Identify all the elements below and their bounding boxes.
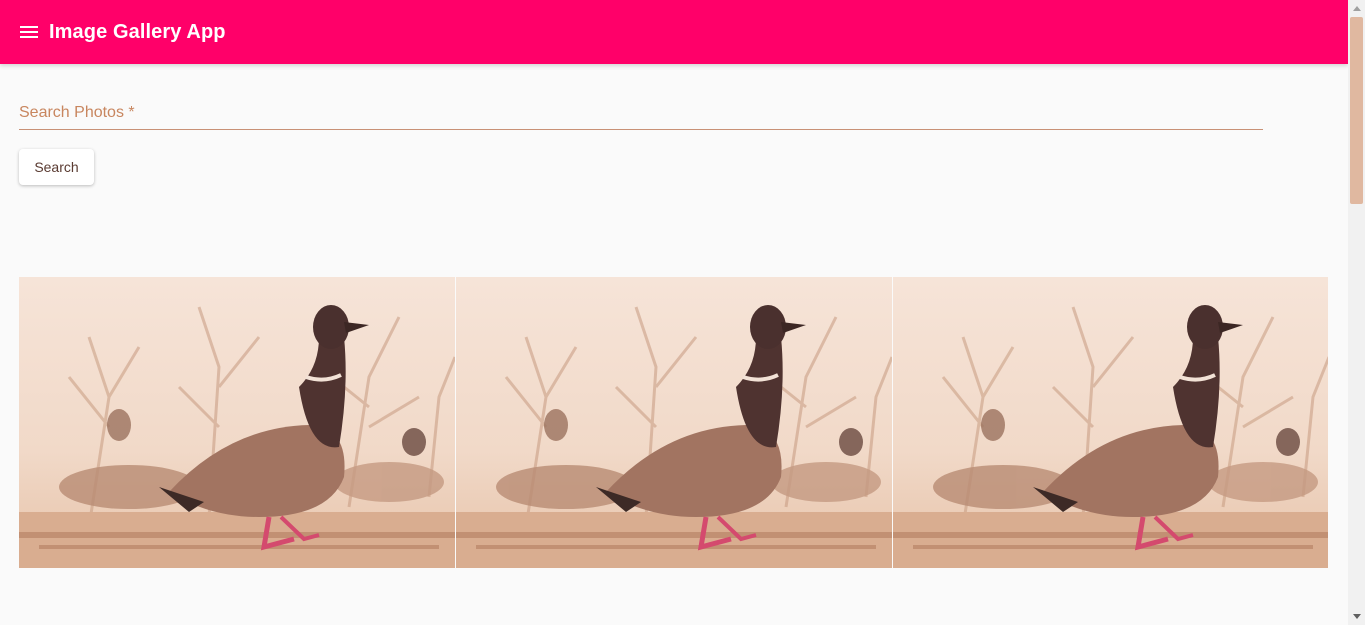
scroll-thumb[interactable] [1350,17,1363,204]
gallery-image[interactable] [456,277,892,568]
search-button[interactable]: Search [19,149,94,185]
search-input[interactable] [19,96,1263,130]
menu-icon[interactable] [17,20,41,44]
scroll-up-icon[interactable] [1348,0,1365,17]
scroll-down-icon[interactable] [1348,608,1365,625]
app-bar: Image Gallery App [0,0,1348,64]
gallery-image[interactable] [893,277,1328,568]
image-gallery [19,277,1328,568]
vertical-scrollbar[interactable] [1348,0,1365,625]
gallery-image[interactable] [19,277,455,568]
search-field[interactable] [19,96,1263,130]
app-title: Image Gallery App [49,20,226,43]
